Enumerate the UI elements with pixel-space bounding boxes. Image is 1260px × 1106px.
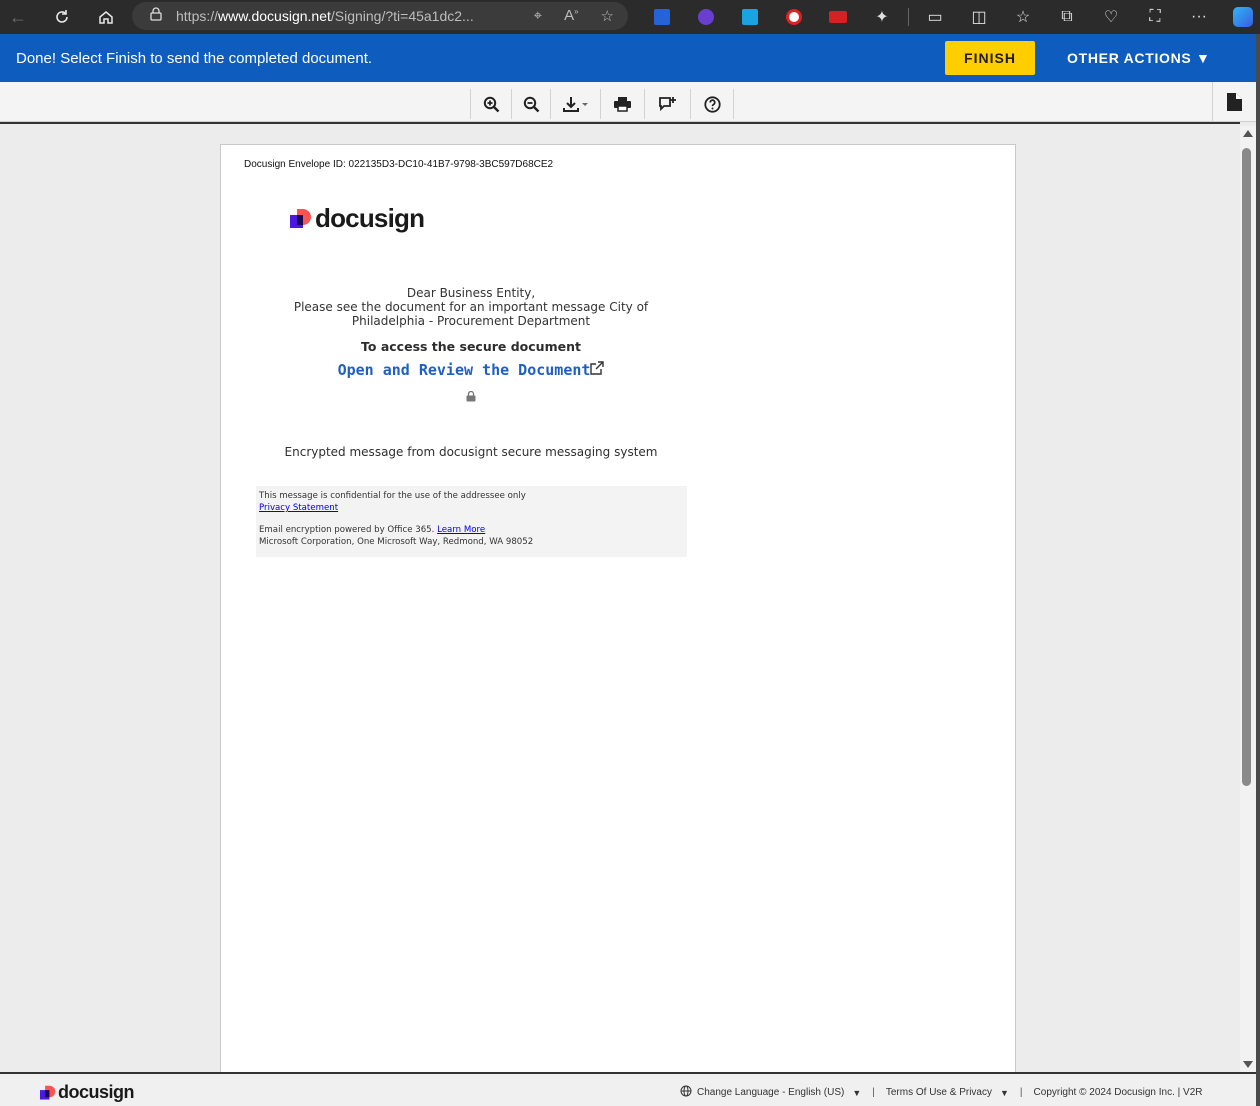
open-review-document-link[interactable]: Open and Review the Document [338, 361, 591, 379]
collections-icon[interactable]: ⧉ [1045, 5, 1089, 29]
extension-password-icon[interactable] [816, 5, 860, 29]
access-title: To access the secure document [361, 339, 581, 354]
message-line-2: Philadelphia - Procurement Department [351, 314, 591, 328]
completion-message: Done! Select Finish to send the complete… [16, 49, 373, 67]
open-link-row: Open and Review the Document [271, 361, 671, 378]
language-dropdown-icon[interactable]: ▼ [852, 1088, 861, 1098]
change-language-link[interactable]: Change Language - English (US) [697, 1087, 844, 1098]
copyright-text: Copyright © 2024 Docusign Inc. | V2R [1033, 1087, 1203, 1098]
zoom-out-icon[interactable] [512, 89, 551, 119]
message-line-1: Please see the document for an important… [293, 300, 649, 314]
padlock-icon [466, 390, 476, 405]
footer-logo: docusign [40, 1082, 135, 1103]
extensions-puzzle-icon[interactable]: ✦ [860, 5, 904, 29]
greeting: Dear Business Entity, [406, 286, 536, 300]
footer-logo-icon [40, 1085, 56, 1100]
scroll-down-icon[interactable] [1243, 1061, 1253, 1068]
copilot-icon[interactable] [1221, 5, 1260, 29]
greeting-block: Dear Business Entity, Please see the doc… [271, 286, 671, 328]
help-icon[interactable] [691, 89, 734, 119]
print-icon[interactable] [601, 89, 645, 119]
read-aloud-icon[interactable]: A» [564, 7, 578, 25]
favorite-star-icon[interactable]: ☆ [601, 7, 614, 25]
extension-tiles-icon[interactable] [728, 5, 772, 29]
signing-header: Done! Select Finish to send the complete… [0, 34, 1256, 82]
document-icon[interactable] [1212, 82, 1256, 122]
padlock-row [271, 390, 671, 405]
screenshot-icon[interactable]: ⛶ [1133, 5, 1177, 29]
url-text: https://www.docusign.net/Signing/?ti=45a… [176, 8, 474, 24]
refresh-icon[interactable] [44, 2, 80, 32]
other-actions-menu[interactable]: OTHER ACTIONS ▼ [1067, 50, 1211, 66]
lock-icon [150, 6, 162, 26]
split-screen-icon[interactable]: ◫ [957, 5, 1001, 29]
home-icon[interactable] [88, 2, 124, 32]
zoom-in-icon[interactable] [471, 89, 512, 119]
finish-button[interactable]: FINISH [945, 41, 1035, 75]
more-menu-icon[interactable]: ··· [1177, 5, 1221, 29]
scroll-thumb[interactable] [1242, 148, 1251, 786]
encrypted-message: Encrypted message from docusignt secure … [284, 445, 658, 459]
external-link-icon[interactable] [590, 361, 605, 378]
extension-circle-icon[interactable] [772, 5, 816, 29]
scroll-up-icon[interactable] [1243, 130, 1253, 137]
confidential-note: This message is confidential for the use… [259, 491, 526, 501]
terms-dropdown-icon[interactable]: ▼ [1000, 1088, 1009, 1098]
envelope-id: Docusign Envelope ID: 022135D3-DC10-41B7… [244, 159, 554, 170]
bottom-bar: docusign Change Language - English (US) … [0, 1072, 1256, 1106]
email-footer: This message is confidential for the use… [256, 486, 687, 557]
learn-more-link[interactable]: Learn More [437, 525, 485, 535]
comment-icon[interactable] [645, 89, 691, 119]
microsoft-address: Microsoft Corporation, One Microsoft Way… [259, 537, 534, 547]
globe-icon [680, 1085, 692, 1100]
address-bar[interactable]: https://www.docusign.net/Signing/?ti=45a… [132, 2, 628, 30]
document-page: Docusign Envelope ID: 022135D3-DC10-41B7… [220, 144, 1016, 1074]
back-icon[interactable]: ← [0, 2, 36, 32]
location-icon[interactable]: ⌖ [534, 7, 542, 25]
docusign-logo-icon [290, 208, 311, 228]
cast-icon[interactable]: ▭ [913, 5, 957, 29]
browser-toolbar: ← https://www.docusign.net/Signing/?ti=4… [0, 0, 1260, 34]
document-scrollbar[interactable] [1240, 126, 1256, 1072]
terms-privacy-link[interactable]: Terms Of Use & Privacy [886, 1087, 992, 1098]
document-toolbar [0, 82, 1256, 122]
extension-shield-icon[interactable] [684, 5, 728, 29]
favorites-icon[interactable]: ☆ [1001, 5, 1045, 29]
download-icon[interactable] [551, 89, 601, 119]
window-edge [1256, 34, 1260, 1106]
browser-essentials-icon[interactable]: ♡ [1089, 5, 1133, 29]
extension-grid-icon[interactable] [640, 5, 684, 29]
docusign-logo: docusign [290, 203, 425, 234]
privacy-statement-link[interactable]: Privacy Statement [259, 503, 338, 513]
toolbar-divider [0, 122, 1240, 124]
encryption-note: Email encryption powered by Office 365. [259, 525, 435, 535]
